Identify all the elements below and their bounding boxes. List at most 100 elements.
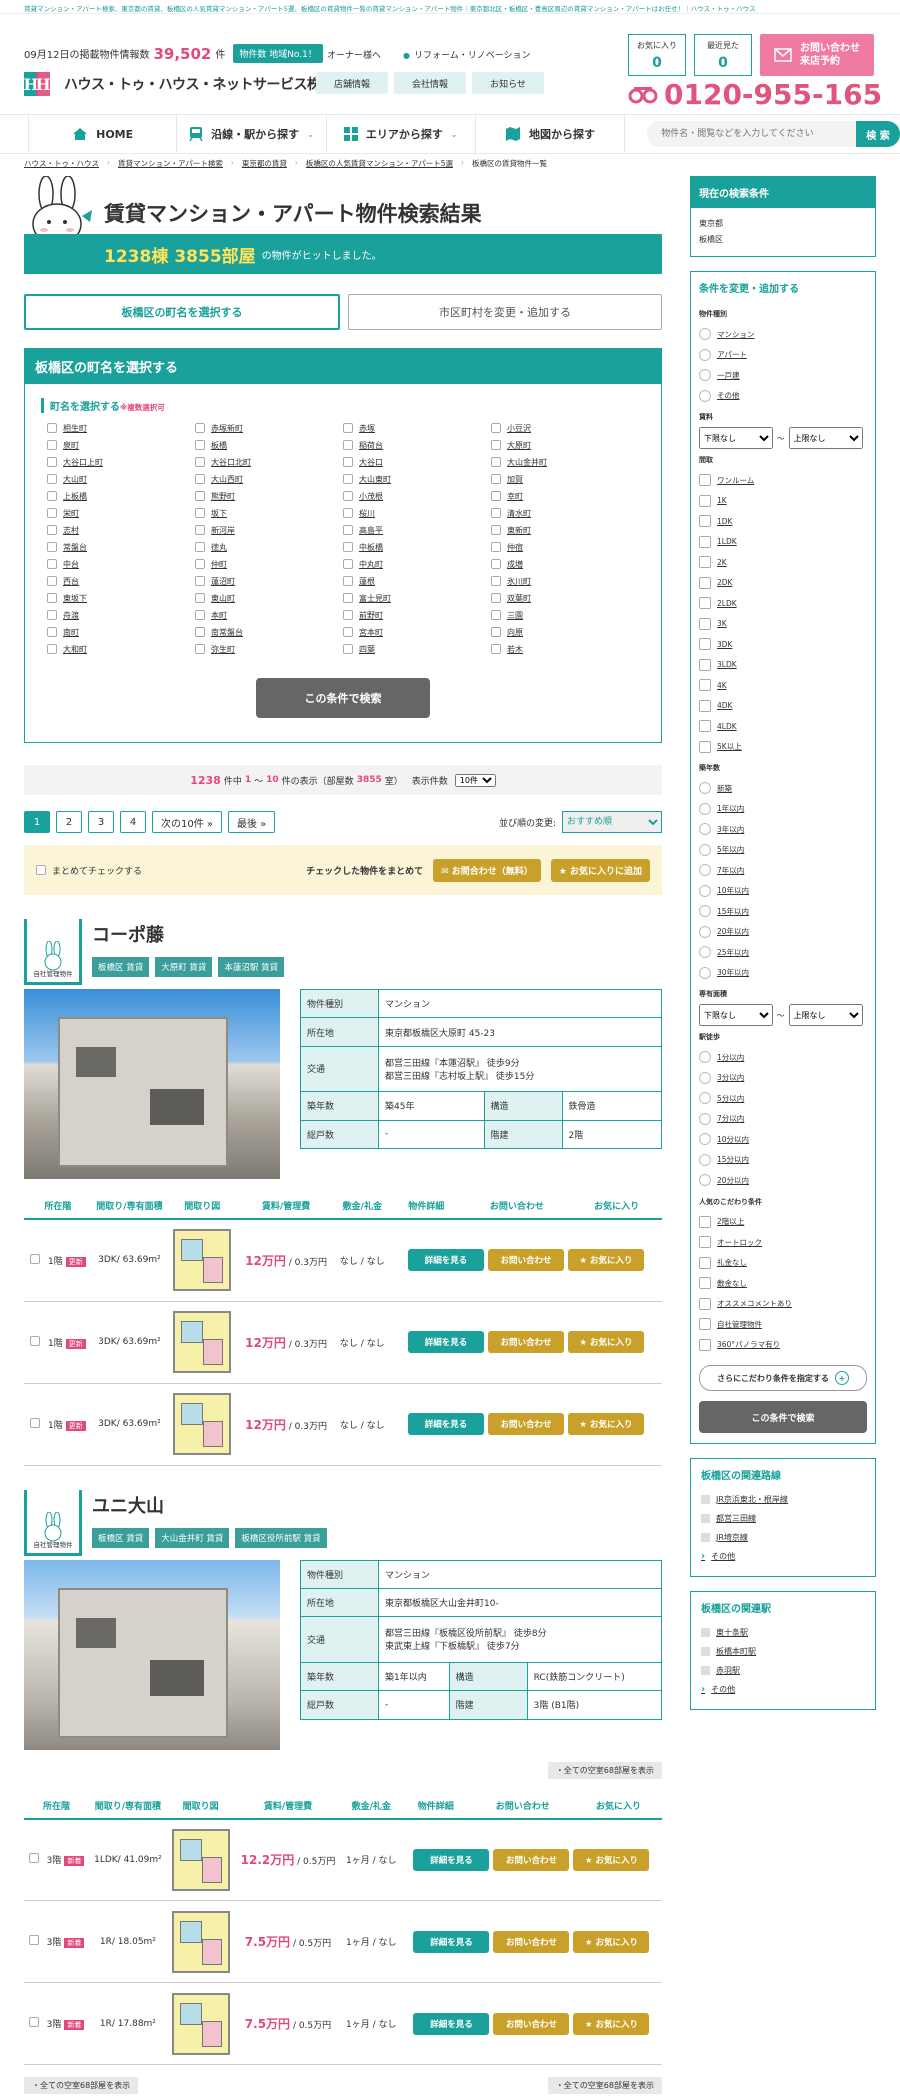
town-option[interactable]: 仲町: [195, 557, 343, 571]
town-option[interactable]: 弥生町: [195, 642, 343, 656]
town-option[interactable]: 高島平: [343, 523, 491, 537]
page-1[interactable]: 1: [24, 811, 50, 833]
filter-option[interactable]: 1LDK: [699, 532, 867, 553]
filter-option[interactable]: マンション: [699, 324, 867, 345]
town-option[interactable]: 西台: [47, 574, 195, 588]
town-checkbox[interactable]: [343, 508, 353, 518]
breadcrumb-item[interactable]: 賃貸マンション・アパート検索: [118, 158, 223, 169]
all-rooms-link[interactable]: ・全ての空室68部屋を表示: [547, 2077, 662, 2094]
town-checkbox[interactable]: [195, 440, 205, 450]
detail-button[interactable]: 詳細を見る: [413, 1930, 490, 1953]
breadcrumb-item[interactable]: 東京都の賃貸: [242, 158, 287, 169]
town-option[interactable]: 蓮根: [343, 574, 491, 588]
town-checkbox[interactable]: [491, 525, 501, 535]
town-checkbox[interactable]: [343, 593, 353, 603]
favorite-button[interactable]: ★ お気に入り: [567, 1413, 644, 1435]
town-option[interactable]: 中板橋: [343, 540, 491, 554]
favorite-button[interactable]: ★ お気に入り: [573, 1848, 650, 1871]
breadcrumb-item[interactable]: 板橋区の人気賃貸マンション・アパート5選: [306, 158, 453, 169]
filter-option[interactable]: 1DK: [699, 511, 867, 532]
town-option[interactable]: 大谷口上町: [47, 455, 195, 469]
town-checkbox[interactable]: [343, 525, 353, 535]
town-checkbox[interactable]: [491, 593, 501, 603]
floor-plan-image[interactable]: [171, 1992, 230, 2055]
town-option[interactable]: 舟渡: [47, 608, 195, 622]
town-checkbox[interactable]: [343, 644, 353, 654]
town-checkbox[interactable]: [47, 576, 57, 586]
inquiry-button[interactable]: お問い合わせ: [493, 1848, 570, 1871]
town-option[interactable]: 栄町: [47, 506, 195, 520]
filter-option[interactable]: オススメコメントあり: [699, 1294, 867, 1315]
more-conditions-button[interactable]: さらにこだわり条件を指定する +: [699, 1365, 867, 1391]
town-option[interactable]: 成増: [491, 557, 639, 571]
town-option[interactable]: 徳丸: [195, 540, 343, 554]
property-tag[interactable]: 板橋区役所前駅 賃貸: [235, 1527, 327, 1548]
favorite-button[interactable]: ★ お気に入り: [567, 1249, 644, 1272]
max-select[interactable]: 上限なし: [788, 427, 863, 449]
filter-option[interactable]: ワンルーム: [699, 470, 867, 491]
related-station-link[interactable]: 赤羽駅: [701, 1661, 865, 1680]
town-option[interactable]: 泉町: [47, 438, 195, 452]
town-option[interactable]: 向原: [491, 625, 639, 639]
last-page-button[interactable]: 最後 »: [228, 811, 276, 833]
nav-home[interactable]: HOME: [28, 114, 178, 154]
town-checkbox[interactable]: [195, 627, 205, 637]
town-option[interactable]: 南町: [47, 625, 195, 639]
town-checkbox[interactable]: [491, 576, 501, 586]
favorite-button[interactable]: ★ お気に入り: [573, 1930, 650, 1953]
town-option[interactable]: 赤塚: [343, 421, 491, 435]
town-option[interactable]: 桜川: [343, 506, 491, 520]
filter-option[interactable]: 敷金なし: [699, 1273, 867, 1294]
filter-option[interactable]: 4DK: [699, 696, 867, 717]
filter-option[interactable]: 5年以内: [699, 840, 867, 861]
filter-option[interactable]: 1K: [699, 491, 867, 512]
town-option[interactable]: 大山西町: [195, 472, 343, 486]
filter-option[interactable]: 3K: [699, 614, 867, 635]
town-checkbox[interactable]: [47, 644, 57, 654]
town-option[interactable]: 大山町: [47, 472, 195, 486]
page-2[interactable]: 2: [56, 811, 82, 833]
town-checkbox[interactable]: [491, 474, 501, 484]
town-checkbox[interactable]: [195, 559, 205, 569]
town-option[interactable]: 東新町: [491, 523, 639, 537]
nav-map[interactable]: 地図から探す: [476, 114, 626, 154]
inquiry-button[interactable]: お問い合わせ: [493, 1930, 570, 1953]
filter-option[interactable]: 4K: [699, 675, 867, 696]
town-option[interactable]: 中台: [47, 557, 195, 571]
favorite-button[interactable]: ★ お気に入り: [573, 2012, 650, 2035]
filter-option[interactable]: 3DK: [699, 634, 867, 655]
town-option[interactable]: 大谷口北町: [195, 455, 343, 469]
bulk-inquiry-button[interactable]: ✉ お問合わせ（無料）: [433, 858, 541, 882]
max-select[interactable]: 上限なし: [788, 1004, 863, 1026]
filter-option[interactable]: アパート: [699, 345, 867, 366]
town-checkbox[interactable]: [491, 423, 501, 433]
town-checkbox[interactable]: [47, 491, 57, 501]
town-checkbox[interactable]: [47, 627, 57, 637]
town-option[interactable]: 蓮沼町: [195, 574, 343, 588]
town-checkbox[interactable]: [343, 542, 353, 552]
town-option[interactable]: 大和町: [47, 642, 195, 656]
town-checkbox[interactable]: [195, 644, 205, 654]
property-photo[interactable]: [24, 989, 280, 1179]
news-button[interactable]: お知らせ: [472, 72, 544, 94]
filter-option[interactable]: オートロック: [699, 1232, 867, 1253]
bulk-favorite-button[interactable]: ★ お気に入りに追加: [550, 858, 650, 882]
town-option[interactable]: 大谷口: [343, 455, 491, 469]
floor-plan-image[interactable]: [173, 1311, 232, 1373]
town-option[interactable]: 相生町: [47, 421, 195, 435]
town-option[interactable]: 前野町: [343, 608, 491, 622]
related-line-link[interactable]: 都営三田線: [701, 1509, 865, 1528]
town-option[interactable]: 大原町: [491, 438, 639, 452]
detail-button[interactable]: 詳細を見る: [413, 2012, 490, 2035]
property-name[interactable]: ユニ大山: [92, 1492, 327, 1518]
town-option[interactable]: 宮本町: [343, 625, 491, 639]
filter-option[interactable]: 1分以内: [699, 1047, 867, 1068]
store-info-button[interactable]: 店舗情報: [316, 72, 388, 94]
town-checkbox[interactable]: [47, 610, 57, 620]
filter-option[interactable]: 10年以内: [699, 881, 867, 902]
town-option[interactable]: 幸町: [491, 489, 639, 503]
filter-option[interactable]: 360°パノラマ有り: [699, 1335, 867, 1356]
town-option[interactable]: 双葉町: [491, 591, 639, 605]
town-option[interactable]: 本町: [195, 608, 343, 622]
all-rooms-link[interactable]: ・全ての空室68部屋を表示: [24, 2077, 139, 2094]
